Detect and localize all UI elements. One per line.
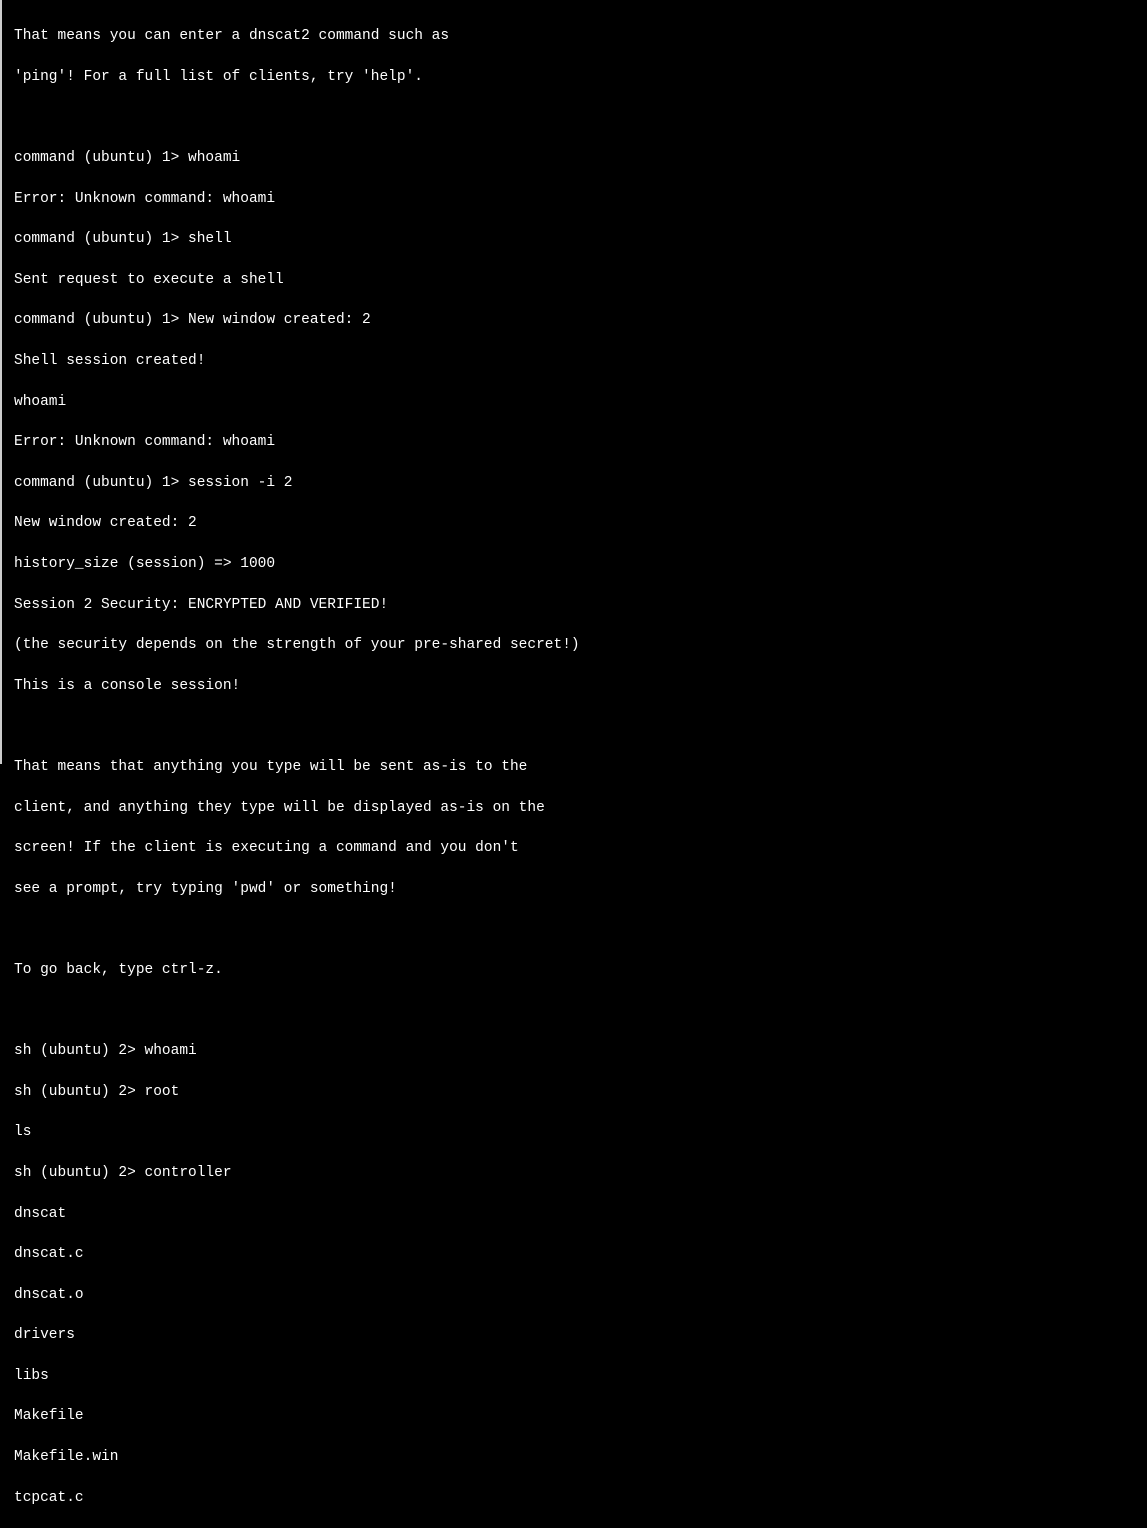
terminal-line: history_size (session) => 1000 xyxy=(14,554,1135,574)
terminal-line: drivers xyxy=(14,1325,1135,1345)
terminal-line: dnscat.o xyxy=(14,1285,1135,1305)
terminal-line: command (ubuntu) 1> session -i 2 xyxy=(14,473,1135,493)
terminal-line: libs xyxy=(14,1366,1135,1386)
terminal-line: sh (ubuntu) 2> root xyxy=(14,1082,1135,1102)
terminal-line: whoami xyxy=(14,392,1135,412)
terminal-line: Makefile xyxy=(14,1406,1135,1426)
terminal-line: 'ping'! For a full list of clients, try … xyxy=(14,67,1135,87)
terminal-line: tcpcat.c xyxy=(14,1488,1135,1508)
terminal-line: screen! If the client is executing a com… xyxy=(14,838,1135,858)
terminal-line xyxy=(14,107,1135,127)
terminal-line: That means you can enter a dnscat2 comma… xyxy=(14,26,1135,46)
terminal-line: New window created: 2 xyxy=(14,513,1135,533)
terminal-line: Error: Unknown command: whoami xyxy=(14,189,1135,209)
terminal-line: Sent request to execute a shell xyxy=(14,270,1135,290)
terminal-line: ls xyxy=(14,1122,1135,1142)
terminal-line: This is a console session! xyxy=(14,676,1135,696)
terminal-line: dnscat.c xyxy=(14,1244,1135,1264)
terminal-line: sh (ubuntu) 2> controller xyxy=(14,1163,1135,1183)
terminal-line: (the security depends on the strength of… xyxy=(14,635,1135,655)
terminal-line: dnscat xyxy=(14,1204,1135,1224)
terminal-line xyxy=(14,716,1135,736)
terminal-line: That means that anything you type will b… xyxy=(14,757,1135,777)
terminal-line: Error: Unknown command: whoami xyxy=(14,432,1135,452)
terminal-line: client, and anything they type will be d… xyxy=(14,798,1135,818)
terminal-line: Session 2 Security: ENCRYPTED AND VERIFI… xyxy=(14,595,1135,615)
terminal-line xyxy=(14,919,1135,939)
terminal-line: To go back, type ctrl-z. xyxy=(14,960,1135,980)
terminal-line: command (ubuntu) 1> New window created: … xyxy=(14,310,1135,330)
terminal-line: command (ubuntu) 1> whoami xyxy=(14,148,1135,168)
terminal-line: Makefile.win xyxy=(14,1447,1135,1467)
terminal-line: command (ubuntu) 1> shell xyxy=(14,229,1135,249)
terminal-line: sh (ubuntu) 2> whoami xyxy=(14,1041,1135,1061)
terminal-line: Shell session created! xyxy=(14,351,1135,371)
terminal-line: see a prompt, try typing 'pwd' or someth… xyxy=(14,879,1135,899)
terminal-output[interactable]: That means you can enter a dnscat2 comma… xyxy=(14,6,1135,1528)
terminal-line xyxy=(14,1001,1135,1021)
